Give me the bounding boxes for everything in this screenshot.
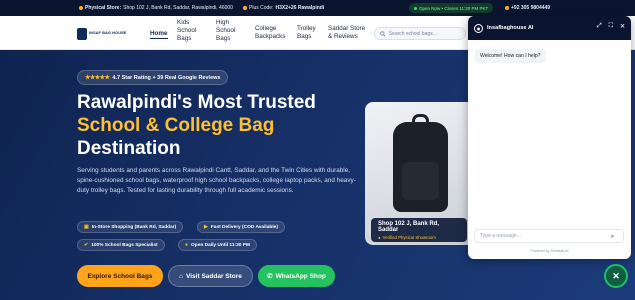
store-icon: ⌂: [179, 272, 184, 280]
rating-text: 4.7 Star Rating + 39 Real Google Reviews: [112, 74, 221, 81]
hero-description: Serving students and parents across Rawa…: [77, 167, 356, 195]
chat-avatar-icon: ◉: [474, 23, 483, 33]
backpack-handle: [412, 114, 429, 124]
chip-label: Fast Delivery (COD Available): [210, 224, 278, 230]
map-icon: [243, 6, 247, 10]
nav-college-backpacks[interactable]: College Backpacks: [255, 25, 293, 41]
fullscreen-icon[interactable]: ⛶: [609, 23, 613, 30]
verified-line: ● Verified Physical Showroom: [378, 235, 460, 240]
stars-icon: ★★★★★: [85, 75, 110, 81]
phone-number[interactable]: +92 305 9804449: [511, 5, 550, 11]
store-icon: ▣: [84, 224, 89, 230]
close-icon[interactable]: ✕: [620, 23, 625, 30]
top-info-bar: Physical Store: Shop 102 J, Bank Rd, Sad…: [0, 0, 635, 16]
store-label: Physical Store:: [85, 5, 122, 11]
plus-code-value: H3X2+26 Rawalpindi: [275, 5, 325, 11]
chip-label: 100% School Bags Specialist: [91, 242, 158, 248]
location-pin-icon: [79, 6, 83, 10]
visit-label: Visit Saddar Store: [186, 272, 242, 280]
chat-welcome-message: Welcome! How can I help?: [475, 49, 546, 63]
chip-label: In-Store Shopping (Bank Rd, Saddar): [91, 224, 177, 230]
verified-text: Verified Physical Showroom: [382, 235, 436, 240]
feature-chip: ● Open Daily Until 11:30 PM: [178, 239, 257, 251]
truck-icon: ▶: [204, 224, 208, 230]
search-icon: [380, 30, 386, 37]
rating-badge: ★★★★★ 4.7 Star Rating + 39 Real Google R…: [77, 70, 229, 85]
chat-widget: ◉ Insafbaghouse AI ⤢ ⛶ ✕ Welcome! How ca…: [468, 16, 631, 259]
open-status-text: Open Now • Closes 11:30 PM PKT: [419, 5, 489, 11]
site-logo[interactable]: INSAF BAG HOUSE: [77, 26, 129, 41]
close-icon: ✕: [612, 270, 620, 281]
feature-chip: ✔ 100% School Bags Specialist: [77, 239, 165, 251]
chat-actions: ⤢ ⛶ ✕: [597, 23, 625, 30]
clock-icon: ●: [185, 242, 189, 248]
store-address: Physical Store: Shop 102 J, Bank Rd, Sad…: [79, 5, 233, 11]
chat-message-input[interactable]: [480, 233, 610, 239]
badge-icon: ✔: [84, 242, 89, 248]
hero-title-line-2: School & College Bag: [77, 115, 275, 136]
nav-trolley-bags[interactable]: Trolley Bags: [297, 25, 321, 41]
chat-header: ◉ Insafbaghouse AI ⤢ ⛶ ✕: [468, 16, 631, 40]
expand-icon[interactable]: ⤢: [597, 23, 602, 30]
send-icon[interactable]: ➤: [610, 233, 615, 240]
backpack-pocket: [402, 162, 439, 200]
plus-code-label: Plus Code:: [249, 5, 274, 11]
logo-mark-icon: [77, 27, 87, 40]
plus-code: Plus Code: H3X2+26 Rawalpindi: [243, 5, 324, 11]
search-input[interactable]: [388, 30, 465, 37]
nav-high-school-bags[interactable]: High School Bags: [216, 19, 244, 44]
explore-school-bags-button[interactable]: Explore School Bags: [77, 265, 163, 287]
visit-saddar-store-button[interactable]: ⌂ Visit Saddar Store: [168, 265, 253, 287]
chip-label: Open Daily Until 11:30 PM: [191, 242, 250, 248]
store-address-text: Shop 102 J, Bank Rd, Saddar, Rawalpindi,…: [123, 5, 233, 11]
backpack-image: [393, 114, 448, 212]
whatsapp-label: WhatsApp Shop: [275, 272, 326, 280]
feature-chip: ▣ In-Store Shopping (Bank Rd, Saddar): [77, 221, 184, 233]
chat-title: Insafbaghouse AI: [487, 25, 534, 31]
open-status-badge: Open Now • Closes 11:30 PM PKT: [409, 3, 494, 13]
whatsapp-shop-button[interactable]: ✆ WhatsApp Shop: [258, 265, 335, 287]
nav-home[interactable]: Home: [150, 30, 168, 40]
status-dot-icon: [414, 6, 417, 10]
logo-text: INSAF BAG HOUSE: [89, 30, 127, 36]
feature-chip: ▶ Fast Delivery (COD Available): [197, 221, 285, 233]
hero-title-line-3: Destination: [77, 138, 181, 159]
phone-link[interactable]: +92 305 9804449: [505, 5, 550, 11]
chat-toggle-button[interactable]: ✕: [604, 264, 628, 288]
location-text: Shop 102 J, Bank Rd, Saddar: [378, 221, 440, 233]
phone-icon: [505, 6, 509, 10]
whatsapp-icon: ✆: [267, 273, 273, 280]
powered-by: Powered by Zendesk AI: [530, 249, 569, 253]
nav-kids-school-bags[interactable]: Kids School Bags: [177, 19, 205, 44]
chat-input-box[interactable]: ➤: [474, 229, 624, 243]
search-box[interactable]: [374, 27, 466, 40]
nav-saddar-store-reviews[interactable]: Saddar Store & Reviews: [328, 25, 370, 41]
verified-icon: ●: [378, 235, 381, 240]
store-location-badge: Shop 102 J, Bank Rd, Saddar ● Verified Ph…: [371, 218, 467, 242]
hero-title-line-1: Rawalpindi's Most Trusted: [77, 92, 316, 113]
